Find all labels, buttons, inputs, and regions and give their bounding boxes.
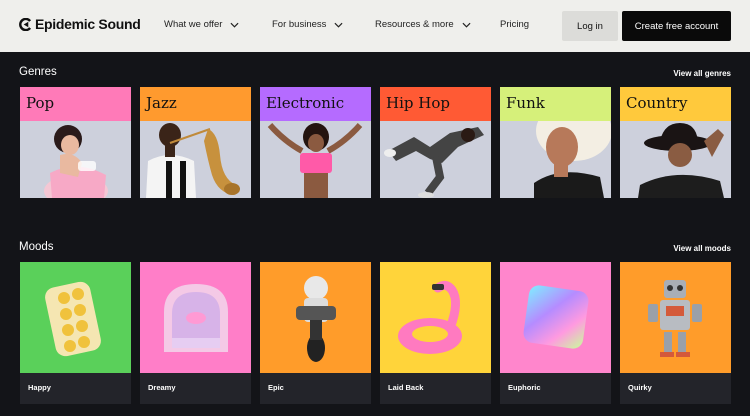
genre-image-funk — [500, 121, 611, 198]
epidemic-logo-icon — [19, 17, 32, 31]
mood-card-epic[interactable]: Epic — [260, 262, 371, 404]
mood-label: Quirky — [628, 383, 652, 392]
mood-card-quirky[interactable]: Quirky — [620, 262, 731, 404]
nav-what-we-offer[interactable]: What we offer — [164, 19, 239, 30]
genre-card-jazz[interactable]: Jazz — [140, 87, 251, 198]
mood-image-epic — [260, 262, 371, 373]
chevron-down-icon — [334, 22, 343, 28]
mood-image-dreamy — [140, 262, 251, 373]
view-all-moods-link[interactable]: View all moods — [673, 244, 731, 253]
genre-image-electronic — [260, 121, 371, 198]
create-account-button[interactable]: Create free account — [622, 11, 731, 41]
genres-heading: Genres — [19, 66, 57, 78]
mood-image-euphoric — [500, 262, 611, 373]
genre-label: Hip Hop — [386, 94, 450, 112]
mood-label: Laid Back — [388, 383, 424, 392]
genre-label: Electronic — [266, 94, 345, 112]
genre-card-funk[interactable]: Funk — [500, 87, 611, 198]
genre-card-electronic[interactable]: Electronic — [260, 87, 371, 198]
chevron-down-icon — [462, 22, 471, 28]
genre-image-pop — [20, 121, 131, 198]
genre-header: Pop — [20, 87, 131, 121]
nav-resources[interactable]: Resources & more — [375, 19, 471, 30]
mood-label: Dreamy — [148, 383, 176, 392]
nav-label: For business — [272, 19, 327, 30]
mood-label: Happy — [28, 383, 51, 392]
genre-header: Jazz — [140, 87, 251, 121]
genre-card-pop[interactable]: Pop — [20, 87, 131, 198]
genre-card-country[interactable]: Country — [620, 87, 731, 198]
genre-header: Electronic — [260, 87, 371, 121]
genre-image-hip-hop — [380, 121, 491, 198]
genre-header: Hip Hop — [380, 87, 491, 121]
mood-card-laid-back[interactable]: Laid Back — [380, 262, 491, 404]
genre-label: Country — [626, 94, 688, 112]
login-button[interactable]: Log in — [562, 11, 618, 41]
mood-card-euphoric[interactable]: Euphoric — [500, 262, 611, 404]
genre-image-jazz — [140, 121, 251, 198]
nav-label: Pricing — [500, 19, 530, 30]
mood-label: Euphoric — [508, 383, 541, 392]
moods-heading: Moods — [19, 241, 54, 253]
genre-header: Funk — [500, 87, 611, 121]
mood-image-quirky — [620, 262, 731, 373]
genre-image-country — [620, 121, 731, 198]
nav-label: Resources & more — [375, 19, 454, 30]
nav-label: What we offer — [164, 19, 223, 30]
chevron-down-icon — [230, 22, 239, 28]
brand-name: Epidemic Sound — [35, 16, 141, 32]
genre-header: Country — [620, 87, 731, 121]
mood-card-happy[interactable]: Happy — [20, 262, 131, 404]
genre-label: Pop — [26, 94, 55, 112]
genre-label: Jazz — [146, 94, 177, 112]
brand-logo[interactable]: Epidemic Sound — [19, 16, 141, 32]
mood-card-dreamy[interactable]: Dreamy — [140, 262, 251, 404]
nav-for-business[interactable]: For business — [272, 19, 343, 30]
mood-image-happy — [20, 262, 131, 373]
view-all-genres-link[interactable]: View all genres — [673, 69, 731, 78]
mood-image-laid-back — [380, 262, 491, 373]
genre-label: Funk — [506, 94, 545, 112]
nav-pricing[interactable]: Pricing — [500, 19, 529, 30]
mood-label: Epic — [268, 383, 284, 392]
genre-card-hip-hop[interactable]: Hip Hop — [380, 87, 491, 198]
top-nav-bar: Epidemic Sound What we offer For busines… — [0, 0, 750, 52]
